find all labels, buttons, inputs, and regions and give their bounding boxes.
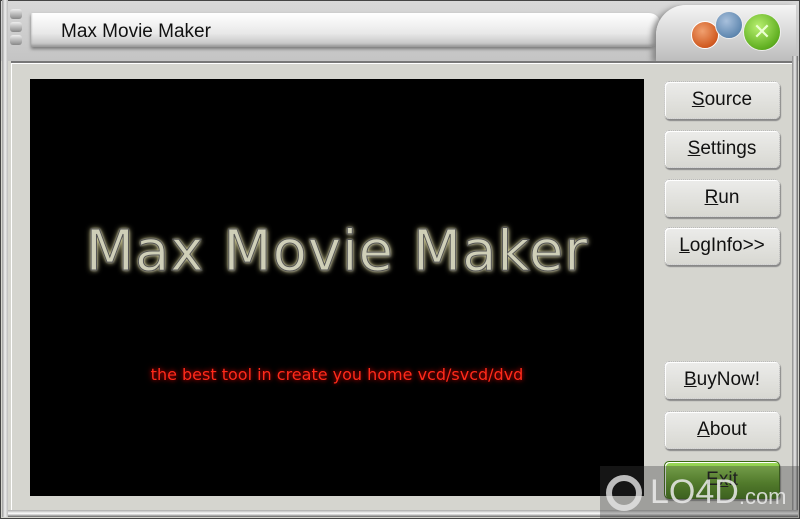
run-button[interactable]: Run [664,179,780,217]
mnemonic: B [683,369,697,390]
source-button[interactable]: Source [664,81,780,119]
mnemonic: S [687,138,701,159]
watermark: LO4D .com [600,466,800,519]
label-rest: ogInfo>> [689,235,765,256]
label-rest: ource [704,89,753,110]
mnemonic: R [704,187,719,208]
right-frame-edge [792,56,798,517]
tagline-text: the best tool in create you home vcd/svc… [150,365,524,384]
watermark-suffix: .com [738,483,787,509]
watermark-brand: LO4D [650,473,739,511]
left-frame-edge [2,0,8,517]
label-rest: uyNow! [696,369,761,390]
grip-handle-icon[interactable] [10,9,24,49]
label-rest: un [718,187,740,208]
title-bar[interactable]: Max Movie Maker ✕ [1,1,799,61]
mnemonic: S [691,89,705,110]
video-preview: Max Movie Maker the best tool in create … [30,79,644,496]
settings-button[interactable]: Settings [664,130,780,168]
buynow-button[interactable]: BuyNow! [664,361,780,399]
label-rest: bout [709,419,747,440]
window-title: Max Movie Maker [61,21,211,42]
about-button[interactable]: About [664,411,780,449]
loginfo-button[interactable]: LogInfo>> [664,227,780,265]
label-rest: ettings [700,138,757,159]
close-x-icon: ✕ [752,19,772,44]
mnemonic: L [679,235,690,256]
maximize-button[interactable] [715,11,743,39]
title-pill: Max Movie Maker [31,13,661,47]
close-button[interactable]: ✕ [743,13,781,51]
lo4d-logo-icon [606,474,642,511]
mnemonic: A [697,419,710,440]
logo-text: Max Movie Maker [85,219,589,285]
